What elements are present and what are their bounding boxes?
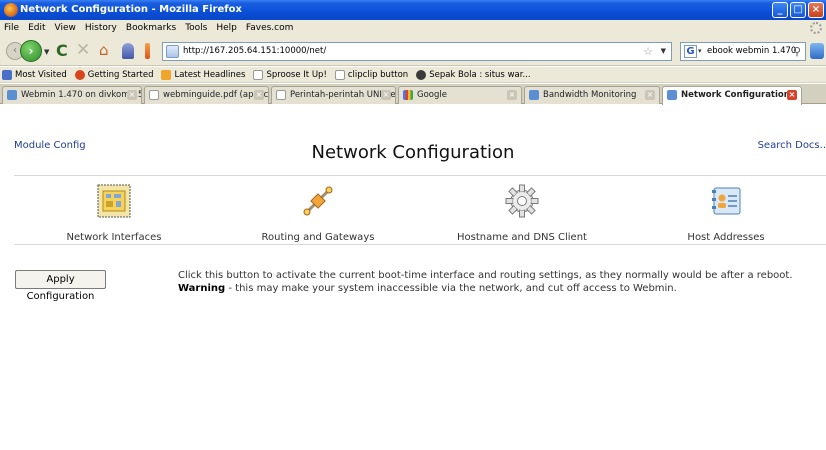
warning-label: Warning bbox=[178, 283, 226, 294]
soccer-ball-icon bbox=[416, 69, 427, 80]
page-icon bbox=[276, 90, 286, 100]
menu-tools[interactable]: Tools bbox=[185, 23, 207, 33]
close-tab-icon[interactable]: × bbox=[787, 90, 797, 100]
bookmark-label: Latest Headlines bbox=[174, 69, 246, 80]
routing-icon bbox=[303, 186, 333, 216]
search-input[interactable]: ebook webmin 1.470 bbox=[707, 46, 796, 56]
bookmark-getting-started[interactable]: Getting Started bbox=[74, 69, 154, 80]
page-icon bbox=[149, 90, 159, 100]
menu-bookmarks[interactable]: Bookmarks bbox=[126, 23, 176, 33]
tab-google[interactable]: Google × bbox=[398, 86, 522, 104]
host-addresses-link[interactable]: Host Addresses bbox=[626, 176, 826, 246]
google-search-engine-icon[interactable]: G bbox=[684, 45, 697, 58]
hostname-dns-link[interactable]: Hostname and DNS Client bbox=[422, 176, 622, 246]
menu-file[interactable]: File bbox=[4, 23, 19, 33]
extension-icon[interactable] bbox=[122, 43, 134, 59]
page-icon bbox=[334, 69, 345, 80]
network-interfaces-link[interactable]: Network Interfaces bbox=[14, 176, 214, 246]
site-identity-icon[interactable] bbox=[166, 45, 179, 58]
minimize-button[interactable]: _ bbox=[772, 2, 788, 18]
url-text[interactable]: http://167.205.64.151:10000/net/ bbox=[183, 46, 326, 56]
menu-help[interactable]: Help bbox=[216, 23, 237, 33]
firefox-icon bbox=[74, 69, 85, 80]
network-interfaces-label: Network Interfaces bbox=[66, 232, 162, 243]
apply-description-text: Click this button to activate the curren… bbox=[178, 270, 793, 281]
tab-webminguide[interactable]: webminguide.pdf (application/... × bbox=[144, 86, 269, 104]
reload-button[interactable]: C bbox=[56, 43, 68, 59]
google-icon bbox=[403, 90, 413, 100]
tab-network-configuration[interactable]: Network Configuration × bbox=[662, 86, 802, 105]
menu-history[interactable]: History bbox=[85, 23, 117, 33]
apply-configuration-button[interactable]: Apply Configuration bbox=[15, 270, 106, 302]
maximize-button[interactable]: □ bbox=[790, 2, 806, 18]
tab-strip: Webmin 1.470 on divkom-151... × webmingu… bbox=[0, 84, 826, 105]
page-title: Network Configuration bbox=[311, 142, 515, 163]
host-addresses-label: Host Addresses bbox=[687, 232, 765, 243]
menu-bar: File Edit View History Bookmarks Tools H… bbox=[0, 20, 826, 36]
bookmark-folder-icon bbox=[2, 69, 12, 80]
extension-icon[interactable] bbox=[810, 43, 824, 59]
hostname-dns-label: Hostname and DNS Client bbox=[457, 232, 587, 243]
close-window-button[interactable]: × bbox=[808, 2, 824, 18]
throbber-icon bbox=[810, 22, 822, 34]
bookmark-latest-headlines[interactable]: Latest Headlines bbox=[161, 69, 246, 80]
url-dropdown-icon[interactable]: ▼ bbox=[661, 43, 666, 60]
window-titlebar: Network Configuration - Mozilla Firefox … bbox=[0, 0, 826, 20]
bookmark-label: Getting Started bbox=[87, 69, 154, 80]
extension-icon[interactable] bbox=[145, 43, 150, 59]
page-content: Module Config Network Configuration Sear… bbox=[0, 105, 826, 450]
address-book-icon bbox=[712, 187, 741, 215]
webmin-icon bbox=[529, 90, 539, 100]
routing-gateways-link[interactable]: Routing and Gateways bbox=[218, 176, 418, 246]
apply-description-warning-text: - this may make your system inaccessible… bbox=[225, 283, 677, 294]
stop-button[interactable]: ✕ bbox=[76, 42, 90, 59]
menu-faves[interactable]: Faves.com bbox=[246, 23, 294, 33]
bookmark-clipclip[interactable]: clipclip button bbox=[334, 69, 409, 80]
tab-label: Bandwidth Monitoring bbox=[543, 90, 637, 100]
bookmarks-toolbar: Most Visited Getting Started Latest Head… bbox=[0, 67, 826, 83]
menu-view[interactable]: View bbox=[55, 23, 76, 33]
bookmark-label: Most Visited bbox=[15, 69, 67, 80]
firefox-icon bbox=[4, 3, 18, 17]
routing-gateways-label: Routing and Gateways bbox=[261, 232, 375, 243]
close-tab-icon[interactable]: × bbox=[645, 90, 655, 100]
close-tab-icon[interactable]: × bbox=[507, 90, 517, 100]
bookmark-star-icon[interactable]: ☆ bbox=[643, 43, 653, 60]
rss-icon bbox=[161, 69, 172, 80]
gear-icon bbox=[505, 184, 539, 218]
tab-bandwidth[interactable]: Bandwidth Monitoring × bbox=[524, 86, 660, 104]
bookmark-sepak-bola[interactable]: Sepak Bola : situs war... bbox=[416, 69, 531, 80]
close-tab-icon[interactable]: × bbox=[127, 90, 137, 100]
home-button[interactable]: ⌂ bbox=[99, 43, 109, 58]
window-title: Network Configuration - Mozilla Firefox bbox=[20, 4, 242, 15]
tab-label: Webmin 1.470 on divkom-151... bbox=[21, 90, 141, 100]
apply-description: Click this button to activate the curren… bbox=[178, 269, 826, 295]
search-icon[interactable]: ⚲ bbox=[793, 45, 801, 58]
close-tab-icon[interactable]: × bbox=[254, 90, 264, 100]
window-controls: _ □ × bbox=[772, 2, 824, 18]
module-icon-panel: Network Interfaces Routing and Gateways bbox=[14, 175, 826, 245]
network-interfaces-icon bbox=[97, 184, 131, 218]
webmin-icon bbox=[7, 90, 17, 100]
search-bar[interactable]: G ▾ ebook webmin 1.470 ⚲ bbox=[680, 42, 806, 61]
close-tab-icon[interactable]: × bbox=[381, 90, 391, 100]
navigation-toolbar: ‹ › ▼ C ✕ ⌂ http://167.205.64.151:10000/… bbox=[0, 36, 826, 66]
search-docs-link[interactable]: Search Docs.. bbox=[758, 140, 826, 151]
tab-label: Google bbox=[417, 90, 447, 100]
bookmark-label: clipclip button bbox=[347, 69, 409, 80]
tab-label: Network Configuration bbox=[681, 90, 790, 100]
tab-webmin[interactable]: Webmin 1.470 on divkom-151... × bbox=[2, 86, 142, 104]
history-dropdown-icon[interactable]: ▼ bbox=[44, 48, 49, 56]
page-icon bbox=[253, 69, 264, 80]
search-engine-dropdown-icon[interactable]: ▾ bbox=[698, 43, 702, 60]
bookmark-label: Sepak Bola : situs war... bbox=[429, 69, 531, 80]
tab-perintah[interactable]: Perintah-perintah UNIX es Dasar × bbox=[271, 86, 396, 104]
url-bar[interactable]: http://167.205.64.151:10000/net/ ☆ ▼ bbox=[162, 42, 672, 61]
menu-edit[interactable]: Edit bbox=[28, 23, 45, 33]
bookmark-label: Sproose It Up! bbox=[266, 69, 327, 80]
forward-button[interactable]: › bbox=[20, 40, 42, 62]
bookmark-sproose[interactable]: Sproose It Up! bbox=[253, 69, 327, 80]
bookmark-most-visited[interactable]: Most Visited bbox=[2, 69, 67, 80]
webmin-icon bbox=[667, 90, 677, 100]
